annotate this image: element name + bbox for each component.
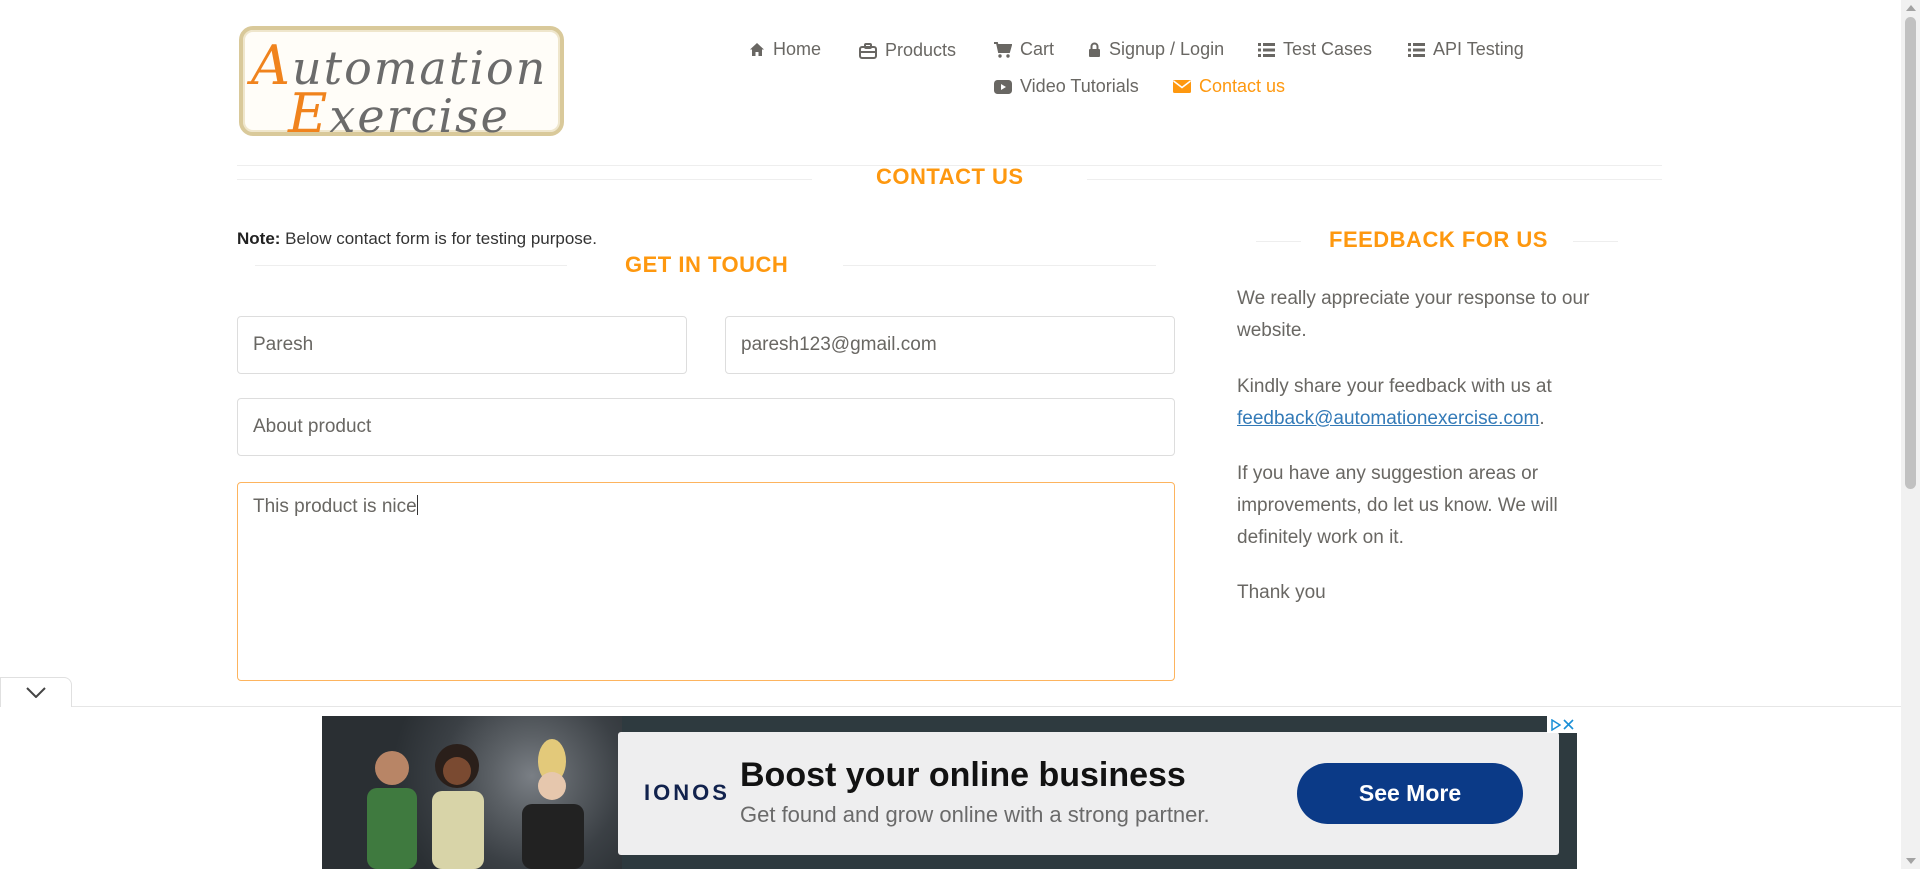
nav-test-cases-label: Test Cases — [1283, 39, 1373, 59]
scroll-thumb[interactable] — [1905, 17, 1916, 489]
ad-subtitle: Get found and grow online with a strong … — [740, 802, 1210, 827]
divider — [1573, 241, 1618, 242]
ad-collapse-button[interactable] — [0, 677, 72, 707]
lock-icon — [1089, 42, 1100, 57]
get-in-touch-title: GET IN TOUCH — [625, 252, 789, 277]
ad-choices[interactable] — [1547, 716, 1577, 733]
ad-card[interactable]: IONOS Boost your online business Get fou… — [618, 732, 1559, 855]
page-scrollbar[interactable] — [1901, 0, 1920, 869]
feedback-paragraph: If you have any suggestion areas or impr… — [1237, 463, 1558, 548]
divider — [1087, 179, 1662, 180]
adchoices-icon[interactable] — [1550, 718, 1561, 731]
chevron-down-icon — [26, 687, 46, 698]
ad-see-more-button[interactable]: See More — [1297, 763, 1523, 824]
close-icon[interactable] — [1562, 719, 1574, 730]
ad-title: Boost your online business — [740, 756, 1186, 794]
list-icon — [1408, 42, 1425, 57]
scroll-up-arrow-icon[interactable] — [1906, 5, 1916, 11]
ad-photo — [322, 716, 622, 869]
cart-icon — [994, 41, 1012, 58]
envelope-icon — [1173, 80, 1191, 93]
nav-home[interactable]: Home — [749, 39, 821, 60]
nav-signup-login[interactable]: Signup / Login — [1088, 39, 1224, 60]
nav-contact-us[interactable]: Contact us — [1173, 76, 1285, 97]
site-logo[interactable]: Automation Exercise — [239, 26, 564, 145]
nav-video-tutorials-label: Video Tutorials — [1020, 76, 1139, 96]
divider — [237, 179, 812, 180]
nav-contact-us-label: Contact us — [1199, 76, 1286, 96]
nav-video-tutorials[interactable]: Video Tutorials — [994, 76, 1139, 97]
nav-api-testing-label: API Testing — [1433, 39, 1524, 59]
nav-home-label: Home — [773, 39, 822, 59]
nav-api-testing[interactable]: API Testing — [1408, 39, 1524, 60]
list-icon — [1258, 42, 1275, 57]
form-note: Note: Below contact form is for testing … — [237, 229, 597, 248]
subject-input[interactable] — [237, 398, 1175, 456]
home-icon — [750, 43, 764, 56]
feedback-paragraph: We really appreciate your response to ou… — [1237, 288, 1590, 341]
scroll-down-arrow-icon[interactable] — [1906, 858, 1916, 864]
youtube-play-icon — [994, 79, 1012, 94]
page-title: CONTACT US — [876, 164, 1024, 189]
message-text: This product is nice — [253, 496, 417, 517]
ad-bar-border — [0, 706, 1901, 707]
nav-cart-label: Cart — [1020, 39, 1055, 59]
nav-test-cases[interactable]: Test Cases — [1258, 39, 1372, 60]
email-input[interactable] — [725, 316, 1175, 374]
divider — [255, 265, 567, 266]
feedback-title: FEEDBACK FOR US — [1329, 227, 1548, 252]
text-caret — [416, 495, 418, 515]
nav-products-label: Products — [885, 40, 957, 60]
nav-login-label: Signup / Login — [1109, 39, 1225, 59]
feedback-paragraph: Kindly share your feedback with us at fe… — [1237, 376, 1552, 429]
ad-banner[interactable]: IONOS Boost your online business Get fou… — [322, 716, 1577, 869]
feedback-email-link[interactable]: feedback@automationexercise.com — [1237, 408, 1539, 429]
divider — [843, 265, 1156, 266]
feedback-paragraph: Thank you — [1237, 582, 1326, 603]
ad-brand: IONOS — [644, 780, 730, 805]
logo-line2: Exercise — [288, 82, 510, 145]
nav-products[interactable]: Products — [859, 40, 956, 61]
divider — [1256, 241, 1301, 242]
briefcase-icon — [859, 42, 877, 59]
name-input[interactable] — [237, 316, 687, 374]
message-textarea[interactable]: This product is nice — [237, 482, 1175, 681]
people-illustration — [367, 739, 584, 869]
nav-cart[interactable]: Cart — [994, 39, 1054, 60]
